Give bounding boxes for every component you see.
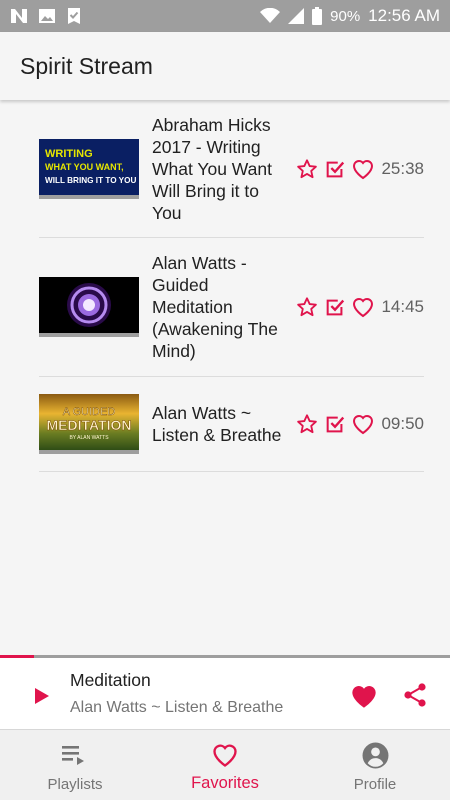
checkbox-icon[interactable] [323,295,347,319]
star-icon[interactable] [295,412,319,436]
video-title: Alan Watts - Guided Meditation (Awakenin… [152,253,278,361]
battery-percent: 90% [330,7,361,25]
playback-progress[interactable] [0,655,34,658]
video-duration: 25:38 [381,158,424,178]
video-thumbnail[interactable]: WRITING WHAT YOU WANT, WILL BRING IT TO … [39,138,139,199]
image-icon [38,8,56,24]
list-item[interactable]: Alan Watts - Guided Meditation (Awakenin… [39,238,424,377]
nav-label-playlists: Playlists [47,776,103,793]
star-icon[interactable] [295,295,319,319]
nav-favorites[interactable]: Favorites [150,730,300,800]
nav-label-favorites: Favorites [191,774,259,792]
svg-text:WHAT YOU WANT,: WHAT YOU WANT, [45,162,124,172]
video-duration: 09:50 [381,414,424,433]
now-playing-bar[interactable]: Meditation Alan Watts ~ Listen & Breathe [0,655,450,729]
video-duration: 14:45 [381,297,424,316]
video-thumbnail[interactable] [39,277,139,337]
heart-outline-icon[interactable] [351,412,375,436]
app-bar: Spirit Stream [0,32,450,100]
favorites-list: WRITING WHAT YOU WANT, WILL BRING IT TO … [0,100,450,655]
list-item[interactable]: WRITING WHAT YOU WANT, WILL BRING IT TO … [39,100,424,238]
share-icon[interactable] [402,682,428,708]
signal-icon [288,8,305,24]
now-playing-title: Meditation [70,670,151,690]
now-playing-subtitle: Alan Watts ~ Listen & Breathe [70,699,284,716]
star-icon[interactable] [295,157,319,181]
video-title: Abraham Hicks 2017 - Writing What You Wa… [152,114,272,223]
nav-profile[interactable]: Profile [300,730,450,800]
checkbox-icon[interactable] [323,157,347,181]
nav-playlists[interactable]: Playlists [0,730,150,800]
list-item[interactable]: A GUIDED MEDITATION BY ALAN WATTS Alan W… [39,377,424,472]
nav-label-profile: Profile [353,776,397,793]
bottom-navigation: Playlists Favorites Profile [0,729,450,800]
video-thumbnail[interactable]: A GUIDED MEDITATION BY ALAN WATTS [39,394,139,454]
play-icon[interactable] [30,684,54,708]
heart-outline-icon[interactable] [351,295,375,319]
clock: 12:56 AM [368,6,440,25]
video-title: Alan Watts ~ Listen & Breathe [152,403,282,445]
playlist-icon [62,741,88,769]
thumbnail-progress [39,450,44,454]
heart-icon [211,741,239,769]
status-bar: 90% 12:56 AM [0,0,450,32]
heart-filled-icon[interactable] [349,681,379,711]
svg-text:MEDITATION: MEDITATION [46,417,131,433]
check-badge-icon [66,7,82,25]
app-title: Spirit Stream [20,52,153,79]
svg-text:WILL BRING IT TO YOU: WILL BRING IT TO YOU [45,176,137,185]
svg-text:WRITING: WRITING [45,148,93,160]
thumbnail-progress [39,333,44,337]
svg-text:BY ALAN WATTS: BY ALAN WATTS [69,435,109,441]
battery-icon [312,7,323,25]
n-icon [10,8,28,24]
checkbox-icon[interactable] [323,412,347,436]
heart-outline-icon[interactable] [351,157,375,181]
wifi-icon [260,8,281,24]
account-circle-icon [362,741,389,769]
